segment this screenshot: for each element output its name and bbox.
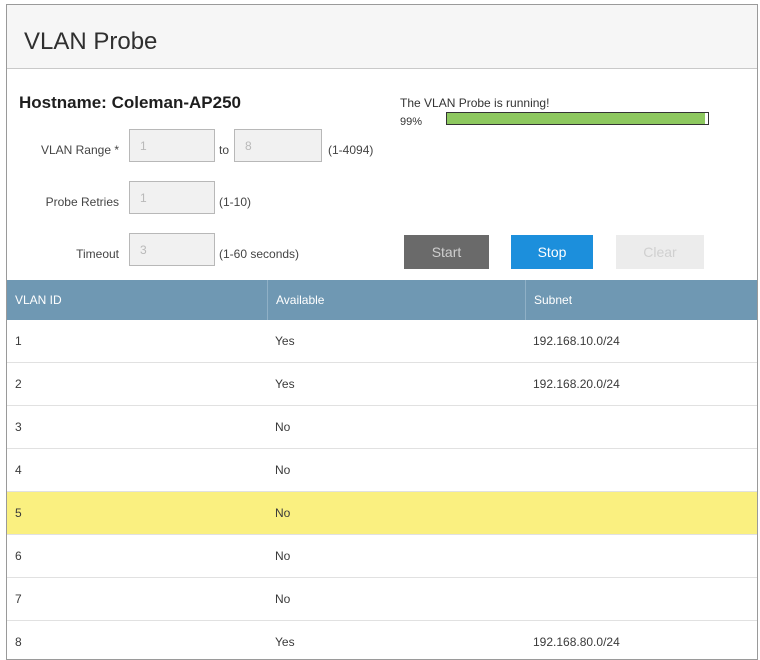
vlan-id-cell: 2 — [15, 377, 22, 391]
column-header-subnet[interactable]: Subnet — [525, 280, 757, 320]
vlan-range-from-input[interactable] — [129, 129, 215, 162]
table-body: 1 Yes 192.168.10.0/24 2 Yes 192.168.20.0/24 3 N… — [7, 320, 757, 659]
table-row[interactable]: 1 Yes 192.168.10.0/24 — [7, 320, 757, 363]
progress-percent: 99% — [400, 116, 423, 128]
stop-button[interactable]: Stop — [511, 235, 593, 269]
available-cell: No — [275, 420, 291, 434]
title-bar: VLAN Probe — [7, 5, 757, 69]
table-row[interactable]: 4 No — [7, 449, 757, 492]
table-row[interactable]: 7 No — [7, 578, 757, 621]
progress-bar — [446, 112, 709, 125]
clear-button[interactable]: Clear — [616, 235, 704, 269]
available-cell: No — [275, 506, 291, 520]
column-header-vlan-id[interactable]: VLAN ID — [7, 280, 267, 320]
subnet-cell: 192.168.80.0/24 — [533, 635, 620, 649]
table-row[interactable]: 3 No — [7, 406, 757, 449]
table-row[interactable]: 8 Yes 192.168.80.0/24 — [7, 621, 757, 659]
subnet-cell: 192.168.20.0/24 — [533, 377, 620, 391]
available-cell: Yes — [275, 377, 295, 391]
vlan-id-cell: 8 — [15, 635, 22, 649]
probe-status-message: The VLAN Probe is running! — [400, 96, 550, 110]
timeout-input[interactable] — [129, 233, 215, 266]
available-cell: No — [275, 463, 291, 477]
vlan-id-cell: 1 — [15, 334, 22, 348]
timeout-hint: (1-60 seconds) — [219, 247, 300, 261]
vlan-range-hint: (1-4094) — [328, 143, 374, 157]
vlan-id-cell: 3 — [15, 420, 22, 434]
available-cell: No — [275, 549, 291, 563]
column-header-available[interactable]: Available — [267, 280, 525, 320]
subnet-cell: 192.168.10.0/24 — [533, 334, 620, 348]
probe-retries-label: Probe Retries — [45, 195, 119, 209]
available-cell: Yes — [275, 635, 295, 649]
table-row[interactable]: 6 No — [7, 535, 757, 578]
vlan-id-cell: 7 — [15, 592, 22, 606]
vlan-results-table: VLAN ID Available Subnet 1 Yes 192.168.10.… — [7, 280, 757, 659]
table-row[interactable]: 2 Yes 192.168.20.0/24 — [7, 363, 757, 406]
table-row[interactable]: 5 No — [7, 492, 757, 535]
timeout-label: Timeout — [76, 247, 119, 261]
hostname-label: Hostname: Coleman-AP250 — [19, 93, 242, 112]
progress-bar-fill — [447, 113, 706, 124]
vlan-range-label: VLAN Range * — [40, 143, 119, 157]
page-title: VLAN Probe — [24, 28, 158, 55]
vlan-id-cell: 6 — [15, 549, 22, 563]
available-cell: No — [275, 592, 291, 606]
vlan-id-cell: 5 — [15, 506, 22, 520]
vlan-range-to-input[interactable] — [234, 129, 322, 162]
table-header: VLAN ID Available Subnet — [7, 280, 757, 320]
vlan-range-separator: to — [219, 143, 230, 157]
start-button[interactable]: Start — [404, 235, 489, 269]
vlan-probe-panel: VLAN Probe Hostname: Coleman-AP250 VLAN … — [6, 4, 758, 660]
probe-retries-input[interactable] — [129, 181, 215, 214]
probe-retries-hint: (1-10) — [219, 195, 252, 209]
vlan-id-cell: 4 — [15, 463, 22, 477]
available-cell: Yes — [275, 334, 295, 348]
